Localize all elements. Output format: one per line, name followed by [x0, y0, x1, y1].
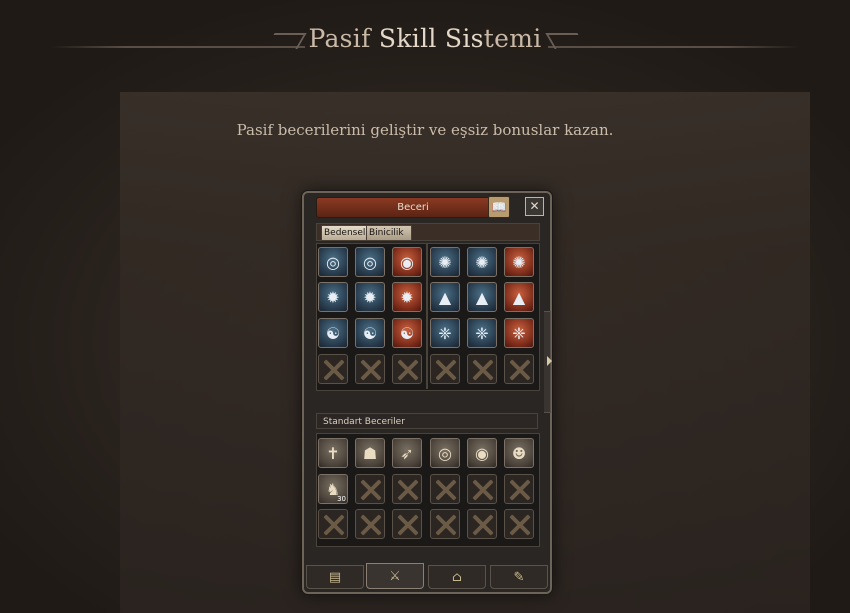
empty-skill-slot	[430, 509, 460, 539]
page-title-part1: Pasif	[308, 24, 379, 53]
close-button[interactable]: ✕	[525, 197, 544, 216]
skill-grid-divider	[426, 243, 428, 389]
empty-skill-slot	[355, 509, 385, 539]
skill-tabs: Bedensel Binicilik	[316, 223, 540, 241]
blue-tree-icon[interactable]: ▲	[467, 282, 497, 312]
empty-skill-slot	[467, 509, 497, 539]
red-burst-icon[interactable]: ✺	[504, 247, 534, 277]
empty-skill-slot	[430, 474, 460, 504]
page-title-part2: Skill Sis	[378, 24, 484, 53]
red-tree-icon[interactable]: ▲	[504, 282, 534, 312]
skill-window: Beceri 📖 ✕ Bedensel Binicilik Standart B…	[302, 191, 552, 594]
red-star-icon[interactable]: ✹	[392, 282, 422, 312]
blue-yin-yang-icon[interactable]: ☯	[355, 318, 385, 348]
empty-skill-slot	[467, 354, 497, 384]
empty-skill-slot	[318, 509, 348, 539]
blue-tree-icon[interactable]: ▲	[430, 282, 460, 312]
horse-head-icon[interactable]: ♞ 30	[318, 474, 348, 504]
empty-skill-slot	[355, 354, 385, 384]
page-title-part3: temi	[483, 24, 542, 53]
standard-skills-label: Standart Beceriler	[316, 413, 538, 429]
chevron-right-icon[interactable]	[547, 356, 552, 366]
empty-skill-slot	[355, 474, 385, 504]
cross-sword-icon[interactable]: ✝	[318, 438, 348, 468]
blue-yin-yang-icon[interactable]: ☯	[318, 318, 348, 348]
blue-burst-icon[interactable]: ✺	[467, 247, 497, 277]
empty-skill-slot	[392, 354, 422, 384]
blue-spiral-icon[interactable]: ◎	[318, 247, 348, 277]
red-yin-yang-icon[interactable]: ☯	[392, 318, 422, 348]
blue-burst-icon[interactable]: ✺	[430, 247, 460, 277]
empty-skill-slot	[318, 354, 348, 384]
bullseye-arrow-icon[interactable]: ◉	[467, 438, 497, 468]
white-spiral-icon[interactable]: ◉	[392, 247, 422, 277]
bell-icon[interactable]: ⌂	[428, 565, 486, 589]
blue-spiral-icon[interactable]: ◎	[355, 247, 385, 277]
page-title: Pasif Skill Sistemi	[0, 24, 850, 53]
skill-level-badge: 30	[337, 495, 346, 503]
feather-icon[interactable]: ➶	[392, 438, 422, 468]
empty-skill-slot	[504, 474, 534, 504]
target-icon[interactable]: ◎	[430, 438, 460, 468]
blue-branch-icon[interactable]: ❈	[467, 318, 497, 348]
red-branch-icon[interactable]: ❈	[504, 318, 534, 348]
tools-icon[interactable]: ✎	[490, 565, 548, 589]
book-icon[interactable]: 📖	[488, 196, 510, 218]
window-titlebar[interactable]: Beceri	[316, 197, 510, 218]
head-silhouette-icon[interactable]: ☻	[504, 438, 534, 468]
bottom-tab-bar: ▤ ⚔ ⌂ ✎	[306, 563, 548, 589]
empty-skill-slot	[430, 354, 460, 384]
hood-icon[interactable]: ☗	[355, 438, 385, 468]
tab-bedensel[interactable]: Bedensel	[321, 225, 367, 241]
page-subtitle: Pasif becerilerini geliştir ve eşsiz bon…	[236, 121, 614, 139]
blue-star-icon[interactable]: ✹	[318, 282, 348, 312]
empty-skill-slot	[392, 509, 422, 539]
empty-skill-slot	[504, 509, 534, 539]
blue-branch-icon[interactable]: ❈	[430, 318, 460, 348]
empty-skill-slot	[504, 354, 534, 384]
character-card-icon[interactable]: ▤	[306, 565, 364, 589]
empty-skill-slot	[392, 474, 422, 504]
blue-star-icon[interactable]: ✹	[355, 282, 385, 312]
empty-skill-slot	[467, 474, 497, 504]
tab-binicilik[interactable]: Binicilik	[366, 225, 412, 241]
sword-icon[interactable]: ⚔	[366, 563, 424, 589]
